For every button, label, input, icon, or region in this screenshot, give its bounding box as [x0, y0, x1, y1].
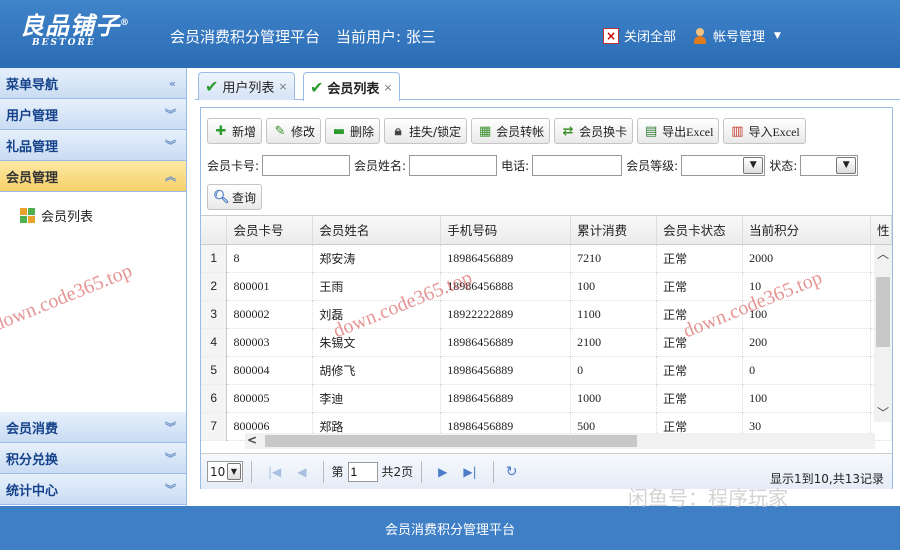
close-all-button[interactable]: × 关闭全部 — [603, 26, 676, 45]
column-header[interactable]: 会员姓名 — [312, 216, 442, 245]
column-header[interactable]: 会员卡状态 — [656, 216, 744, 245]
search-bar: 会员卡号: 会员姓名: 电话: 会员等级: ▼ 状态: ▼ — [207, 154, 862, 176]
collapse-left-icon[interactable]: « — [169, 77, 176, 90]
app-title: 会员消费积分管理平台 — [170, 28, 321, 46]
page-number-input[interactable] — [347, 461, 378, 482]
tab-close-icon[interactable]: × — [278, 80, 287, 93]
column-header[interactable]: 手机号码 — [440, 216, 572, 245]
edit-button[interactable]: ✎ 修改 — [266, 118, 322, 144]
sidebar-nav-header[interactable]: 菜单导航 « — [0, 68, 186, 99]
delete-button[interactable]: ▬ 删除 — [325, 118, 381, 144]
horizontal-scrollbar[interactable]: < — [245, 433, 875, 449]
import-excel-button[interactable]: ▥ 导入Excel — [723, 118, 806, 144]
vertical-scrollbar[interactable]: ︿ ﹀ — [874, 245, 892, 422]
current-user: 当前用户: 张三 — [336, 28, 436, 46]
member-table: 会员卡号 会员姓名 手机号码 累计消费 会员卡状态 当前积分 性 1 8 郑安涛 18… — [201, 215, 892, 443]
lock-icon: 🔒︎ — [394, 123, 402, 139]
grid-icon — [20, 208, 35, 223]
scroll-down-icon[interactable]: ﹀ — [874, 404, 892, 422]
chevron-down-icon: ▼ — [836, 156, 857, 174]
expand-icon: ︾ — [165, 483, 176, 496]
tab-strip: ✔ 用户列表 × ✔ 会员列表 × — [195, 72, 900, 101]
card-number-input[interactable] — [262, 154, 351, 176]
column-header[interactable]: 性 — [870, 216, 892, 245]
column-header[interactable]: 累计消费 — [570, 216, 658, 245]
search-icon: 🔍︎ — [213, 189, 230, 205]
swap-icon: ⇄ — [562, 123, 574, 139]
pagination-bar: 10▼ |◀ ◀ 第 共2页 ▶ ▶| ↻ 显示1到10,共13记录 — [201, 453, 892, 489]
sidebar-section-member[interactable]: 会员管理 ︽ — [0, 161, 186, 192]
scroll-left-icon[interactable]: < — [247, 433, 257, 447]
plus-icon: ✚ — [215, 123, 227, 139]
logo: 良品铺子® BESTORE — [20, 11, 130, 48]
import-icon: ▥ — [731, 123, 744, 139]
table-row[interactable]: 6 800005 李迪 18986456889 1000 正常 100 — [201, 384, 892, 413]
page-size-select[interactable]: 10 ▼ — [207, 461, 243, 482]
change-card-button[interactable]: ⇄ 会员换卡 — [554, 118, 634, 144]
sidebar-section-stats[interactable]: 统计中心 ︾ — [0, 474, 186, 505]
chevron-down-icon: ▼ — [743, 156, 764, 174]
account-menu-button[interactable]: 帐号管理 ▼ — [692, 26, 781, 45]
pencil-icon: ✎ — [274, 123, 286, 139]
member-name-input[interactable] — [409, 154, 498, 176]
card-icon: ▦ — [478, 123, 492, 139]
caret-down-icon: ▼ — [774, 30, 781, 41]
expand-icon: ︾ — [165, 139, 176, 152]
close-icon: × — [603, 27, 619, 44]
last-page-icon[interactable]: ▶| — [463, 465, 476, 479]
expand-icon: ︾ — [165, 108, 176, 121]
tab-close-icon[interactable]: × — [383, 81, 392, 94]
column-header[interactable]: 当前积分 — [742, 216, 871, 245]
phone-input[interactable] — [532, 154, 623, 176]
chevron-down-icon: ▼ — [227, 463, 241, 480]
refresh-icon[interactable]: ↻ — [506, 464, 518, 480]
sidebar-section-points[interactable]: 积分兑换 ︾ — [0, 443, 186, 474]
minus-icon: ▬ — [332, 123, 346, 139]
transfer-button[interactable]: ▦ 会员转帐 — [471, 118, 551, 144]
sidebar: 菜单导航 « 用户管理 ︾ 礼品管理 ︾ 会员管理 ︽ 会员列表 会员消费 ︾ 积分兑换 ︾… — [0, 68, 187, 506]
query-button[interactable]: 🔍︎ 查询 — [207, 184, 263, 210]
page-info: 显示1到10,共13记录 — [770, 472, 884, 486]
scroll-up-icon[interactable]: ︿ — [874, 245, 892, 263]
member-level-select[interactable]: ▼ — [681, 154, 766, 176]
tab-user-list[interactable]: ✔ 用户列表 × — [198, 72, 295, 100]
header-bar: 良品铺子® BESTORE 会员消费积分管理平台 当前用户: 张三 × 关闭全部… — [0, 0, 900, 68]
table-row[interactable]: 3 800002 刘磊 18922222889 1100 正常 100 — [201, 300, 892, 329]
sidebar-section-gift[interactable]: 礼品管理 ︾ — [0, 130, 186, 161]
column-header[interactable]: 会员卡号 — [226, 216, 314, 245]
check-icon: ✔ — [310, 77, 324, 97]
table-row[interactable]: 2 800001 王雨 18986456888 100 正常 10 — [201, 272, 892, 301]
table-row[interactable]: 5 800004 胡修飞 18986456889 0 正常 0 — [201, 356, 892, 385]
sidebar-section-user[interactable]: 用户管理 ︾ — [0, 99, 186, 130]
next-page-icon[interactable]: ▶ — [438, 465, 447, 479]
prev-page-icon[interactable]: ◀ — [297, 465, 306, 479]
first-page-icon[interactable]: |◀ — [268, 465, 281, 479]
table-row[interactable]: 4 800003 朱锡文 18986456889 2100 正常 200 — [201, 328, 892, 357]
toolbar: ✚ 新增 ✎ 修改 ▬ 删除 🔒︎ 挂失/锁定 ▦ 会员转帐 ⇄ 会员换卡 ▤ 导出Excel… — [207, 118, 806, 144]
excel-icon: ▤ — [644, 123, 658, 139]
table-header-row: 会员卡号 会员姓名 手机号码 累计消费 会员卡状态 当前积分 性 — [201, 216, 892, 245]
table-row[interactable]: 1 8 郑安涛 18986456889 7210 正常 2000 — [201, 244, 892, 273]
expand-icon: ︾ — [165, 452, 176, 465]
sidebar-section-consume[interactable]: 会员消费 ︾ — [0, 412, 186, 443]
check-icon: ✔ — [205, 77, 219, 96]
status-select[interactable]: ▼ — [800, 154, 859, 176]
footer: 会员消费积分管理平台 — [0, 506, 900, 550]
row-number-header — [201, 216, 228, 245]
lock-button[interactable]: 🔒︎ 挂失/锁定 — [384, 118, 468, 144]
member-list-panel: ✚ 新增 ✎ 修改 ▬ 删除 🔒︎ 挂失/锁定 ▦ 会员转帐 ⇄ 会员换卡 ▤ 导出Excel… — [200, 107, 893, 489]
expand-icon: ︾ — [165, 421, 176, 434]
add-button[interactable]: ✚ 新增 — [207, 118, 263, 144]
sidebar-item-member-list[interactable]: 会员列表 — [20, 206, 166, 225]
scroll-thumb[interactable] — [265, 435, 637, 447]
collapse-icon: ︽ — [165, 170, 176, 183]
export-excel-button[interactable]: ▤ 导出Excel — [637, 118, 720, 144]
tab-member-list[interactable]: ✔ 会员列表 × — [303, 72, 400, 101]
user-icon — [692, 27, 708, 44]
scroll-thumb[interactable] — [876, 277, 890, 347]
